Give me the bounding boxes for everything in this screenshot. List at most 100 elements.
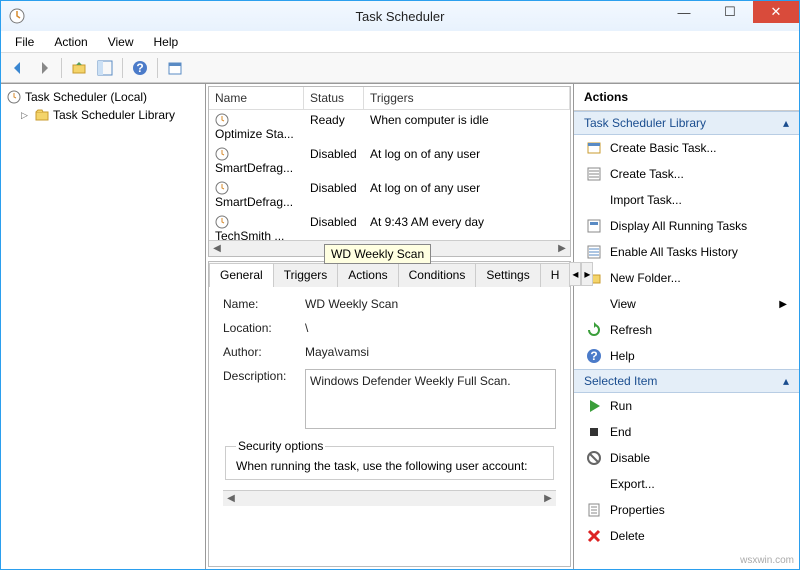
author-value: Maya\vamsi xyxy=(305,345,556,359)
maximize-button[interactable]: ☐ xyxy=(707,1,753,23)
action-label: Enable All Tasks History xyxy=(610,245,738,259)
tab-actions[interactable]: Actions xyxy=(337,263,398,287)
action-label: Create Basic Task... xyxy=(610,141,717,155)
task-row[interactable]: Optimize Sta... ReadyWhen computer is idl… xyxy=(209,110,570,144)
help-button[interactable]: ? xyxy=(129,57,151,79)
detail-hscroll[interactable]: ◀ ▶ xyxy=(223,490,556,506)
action-export[interactable]: Export... xyxy=(574,471,799,497)
toolbar-separator xyxy=(61,58,62,78)
collapse-icon[interactable]: ▴ xyxy=(783,374,789,388)
col-name[interactable]: Name xyxy=(209,87,304,109)
author-label: Author: xyxy=(223,345,293,359)
action-new-folder[interactable]: New Folder... xyxy=(574,265,799,291)
task-row[interactable]: SmartDefrag...DisabledAt log on of any u… xyxy=(209,178,570,212)
security-options: Security options When running the task, … xyxy=(225,439,554,480)
description-value[interactable]: Windows Defender Weekly Full Scan. xyxy=(305,369,556,429)
tab-settings[interactable]: Settings xyxy=(475,263,540,287)
action-label: End xyxy=(610,425,631,439)
task-row[interactable]: SmartDefrag...DisabledAt log on of any u… xyxy=(209,144,570,178)
close-button[interactable]: ✕ xyxy=(753,1,799,23)
action-icon xyxy=(586,450,602,466)
back-button[interactable] xyxy=(7,57,29,79)
action-end[interactable]: End xyxy=(574,419,799,445)
action-help[interactable]: ? Help xyxy=(574,343,799,369)
tab-history[interactable]: H xyxy=(540,263,571,287)
tabs: General Triggers Actions Conditions Sett… xyxy=(209,262,570,286)
tab-next-button[interactable]: ▸ xyxy=(581,262,593,286)
security-legend: Security options xyxy=(236,439,325,453)
action-properties[interactable]: Properties xyxy=(574,497,799,523)
task-status: Disabled xyxy=(304,180,364,210)
svg-text:?: ? xyxy=(590,349,597,363)
scroll-right-icon[interactable]: ▶ xyxy=(554,243,570,254)
tab-triggers[interactable]: Triggers xyxy=(273,263,339,287)
col-triggers[interactable]: Triggers xyxy=(364,87,570,109)
toolbar-separator xyxy=(122,58,123,78)
task-row[interactable]: TechSmith ...DisabledAt 9:43 AM every da… xyxy=(209,212,570,240)
action-label: Display All Running Tasks xyxy=(610,219,747,233)
calendar-button[interactable] xyxy=(164,57,186,79)
action-create-task[interactable]: Create Task... xyxy=(574,161,799,187)
collapse-icon[interactable]: ▴ xyxy=(783,116,789,130)
action-delete[interactable]: Delete xyxy=(574,523,799,549)
action-run[interactable]: Run xyxy=(574,393,799,419)
action-disable[interactable]: Disable xyxy=(574,445,799,471)
action-view[interactable]: View▶ xyxy=(574,291,799,317)
action-label: Import Task... xyxy=(610,193,682,207)
clock-icon xyxy=(7,90,21,104)
action-enable-all-tasks-history[interactable]: Enable All Tasks History xyxy=(574,239,799,265)
menu-view[interactable]: View xyxy=(100,33,142,51)
task-trigger: When computer is idle xyxy=(364,112,570,142)
submenu-arrow-icon: ▶ xyxy=(779,299,787,310)
tree-library[interactable]: ▷ Task Scheduler Library xyxy=(5,106,201,124)
col-status[interactable]: Status xyxy=(304,87,364,109)
titlebar: Task Scheduler — ☐ ✕ xyxy=(1,1,799,31)
up-button[interactable] xyxy=(68,57,90,79)
scroll-left-icon[interactable]: ◀ xyxy=(209,243,225,254)
actions-section-selected[interactable]: Selected Item ▴ xyxy=(574,369,799,393)
tree-root[interactable]: Task Scheduler (Local) xyxy=(5,88,201,106)
menubar: File Action View Help xyxy=(1,31,799,53)
minimize-button[interactable]: — xyxy=(661,1,707,23)
expander-icon[interactable]: ▷ xyxy=(21,110,31,120)
action-label: New Folder... xyxy=(610,271,681,285)
action-icon xyxy=(586,140,602,156)
actions-section-library[interactable]: Task Scheduler Library ▴ xyxy=(574,111,799,135)
back-arrow-icon xyxy=(10,60,26,76)
forward-arrow-icon xyxy=(36,60,52,76)
action-icon xyxy=(586,218,602,234)
actions-pane: Actions Task Scheduler Library ▴ Create … xyxy=(574,84,799,569)
clock-icon xyxy=(215,113,229,127)
layout-button[interactable] xyxy=(94,57,116,79)
task-trigger: At log on of any user xyxy=(364,180,570,210)
action-create-basic-task[interactable]: Create Basic Task... xyxy=(574,135,799,161)
scroll-right-icon[interactable]: ▶ xyxy=(540,493,556,504)
watermark: wsxwin.com xyxy=(740,555,794,566)
task-status: Ready xyxy=(304,112,364,142)
menu-action[interactable]: Action xyxy=(46,33,95,51)
action-label: Export... xyxy=(610,477,655,491)
layout-icon xyxy=(97,60,113,76)
actions-title: Actions xyxy=(574,84,799,111)
name-value: WD Weekly Scan xyxy=(305,297,556,311)
actions-section-selected-label: Selected Item xyxy=(584,374,657,388)
task-status: Disabled xyxy=(304,146,364,176)
tab-conditions[interactable]: Conditions xyxy=(398,263,477,287)
description-label: Description: xyxy=(223,369,293,383)
action-import-task[interactable]: Import Task... xyxy=(574,187,799,213)
menu-file[interactable]: File xyxy=(7,33,42,51)
actions-section-library-label: Task Scheduler Library xyxy=(584,116,706,130)
action-icon xyxy=(586,502,602,518)
action-icon xyxy=(586,528,602,544)
action-label: Help xyxy=(610,349,635,363)
action-refresh[interactable]: Refresh xyxy=(574,317,799,343)
forward-button[interactable] xyxy=(33,57,55,79)
menu-help[interactable]: Help xyxy=(146,33,187,51)
task-name: Optimize Sta... xyxy=(215,127,294,141)
svg-text:?: ? xyxy=(136,61,143,75)
location-value: \ xyxy=(305,321,556,335)
action-display-all-running-tasks[interactable]: Display All Running Tasks xyxy=(574,213,799,239)
tab-general[interactable]: General xyxy=(209,263,274,287)
tab-prev-button[interactable]: ◂ xyxy=(569,262,581,286)
scroll-left-icon[interactable]: ◀ xyxy=(223,493,239,504)
